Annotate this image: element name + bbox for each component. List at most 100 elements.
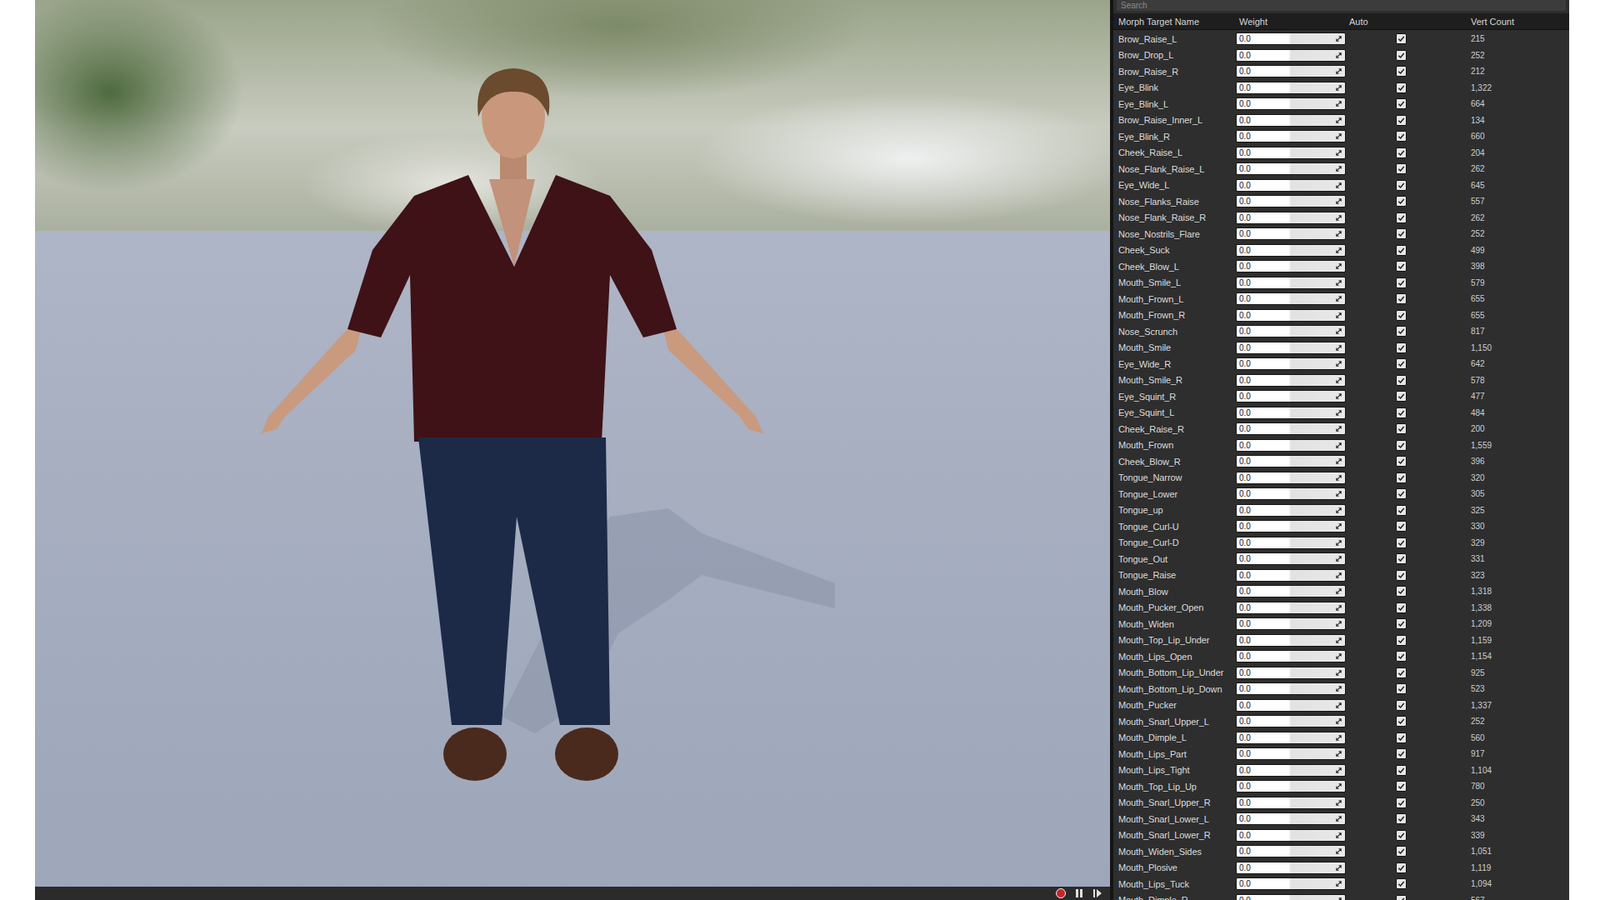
spin-arrow-icon[interactable] [1335, 100, 1343, 108]
spin-arrow-icon[interactable] [1335, 799, 1343, 807]
morph-target-row[interactable]: Tongue_up0.0325 [1113, 502, 1570, 520]
morph-target-row[interactable]: Cheek_Blow_L0.0398 [1113, 258, 1570, 275]
weight-field[interactable]: 0.0 [1235, 195, 1346, 208]
morph-target-row[interactable]: Cheek_Blow_R0.0396 [1113, 453, 1570, 470]
auto-checkbox[interactable] [1395, 423, 1407, 435]
auto-checkbox[interactable] [1395, 618, 1407, 630]
auto-checkbox[interactable] [1395, 553, 1407, 565]
morph-target-row[interactable]: Mouth_Lips_Open0.01,154 [1113, 648, 1570, 665]
weight-field[interactable]: 0.0 [1235, 650, 1346, 663]
weight-field[interactable]: 0.0 [1235, 829, 1346, 842]
spin-arrow-icon[interactable] [1335, 392, 1343, 400]
weight-field[interactable]: 0.0 [1235, 747, 1346, 760]
weight-field[interactable]: 0.0 [1235, 162, 1346, 175]
weight-field[interactable]: 0.0 [1235, 796, 1346, 810]
auto-checkbox[interactable] [1395, 293, 1407, 305]
morph-target-row[interactable]: Mouth_Plosive0.01,119 [1113, 860, 1570, 877]
column-header[interactable]: Morph Target Name [1118, 16, 1236, 27]
auto-checkbox[interactable] [1395, 82, 1407, 94]
spin-arrow-icon[interactable] [1335, 539, 1343, 547]
weight-field[interactable]: 0.0 [1235, 552, 1346, 565]
weight-field[interactable]: 0.0 [1235, 65, 1346, 78]
auto-checkbox[interactable] [1395, 245, 1407, 256]
weight-field[interactable]: 0.0 [1235, 130, 1346, 143]
spin-arrow-icon[interactable] [1335, 181, 1343, 190]
auto-checkbox[interactable] [1395, 228, 1407, 240]
search-field[interactable]: Search [1116, 0, 1566, 11]
morph-target-row[interactable]: Mouth_Widen0.01,209 [1113, 615, 1570, 633]
auto-checkbox[interactable] [1395, 50, 1407, 61]
weight-field[interactable]: 0.0 [1235, 244, 1346, 257]
weight-field[interactable]: 0.0 [1235, 520, 1346, 533]
spin-arrow-icon[interactable] [1335, 701, 1343, 710]
weight-field[interactable]: 0.0 [1235, 780, 1346, 793]
morph-target-row[interactable]: Mouth_Widen_Sides0.01,051 [1113, 843, 1570, 860]
auto-checkbox[interactable] [1395, 505, 1407, 516]
morph-target-row[interactable]: Cheek_Raise_L0.0204 [1113, 145, 1570, 162]
spin-arrow-icon[interactable] [1335, 230, 1343, 238]
auto-checkbox[interactable] [1395, 700, 1407, 711]
weight-field[interactable]: 0.0 [1235, 97, 1346, 110]
auto-checkbox[interactable] [1395, 845, 1407, 857]
morph-target-row[interactable]: Mouth_Dimple_L0.0560 [1113, 730, 1570, 747]
spin-arrow-icon[interactable] [1335, 717, 1343, 725]
column-header[interactable]: Vert Count [1462, 16, 1570, 27]
morph-target-row[interactable]: Eye_Blink_L0.0664 [1113, 95, 1570, 113]
weight-field[interactable]: 0.0 [1235, 390, 1346, 403]
weight-field[interactable]: 0.0 [1235, 179, 1346, 192]
scene[interactable] [35, 0, 1110, 887]
spin-arrow-icon[interactable] [1335, 652, 1343, 660]
spin-arrow-icon[interactable] [1335, 490, 1343, 498]
spin-arrow-icon[interactable] [1335, 84, 1343, 92]
weight-field[interactable]: 0.0 [1235, 81, 1346, 95]
weight-field[interactable]: 0.0 [1235, 406, 1346, 420]
spin-arrow-icon[interactable] [1335, 571, 1343, 580]
record-icon[interactable] [1055, 887, 1067, 900]
weight-field[interactable]: 0.0 [1235, 617, 1346, 630]
auto-checkbox[interactable] [1395, 325, 1407, 337]
auto-checkbox[interactable] [1395, 878, 1407, 890]
weight-field[interactable]: 0.0 [1235, 455, 1346, 468]
weight-field[interactable]: 0.0 [1235, 227, 1346, 240]
auto-checkbox[interactable] [1395, 358, 1407, 370]
morph-target-row[interactable]: Nose_Flank_Raise_R0.0262 [1113, 210, 1570, 227]
weight-field[interactable]: 0.0 [1235, 569, 1346, 582]
spin-arrow-icon[interactable] [1335, 441, 1343, 450]
morph-target-row[interactable]: Mouth_Dimple_R0.0567 [1113, 892, 1570, 900]
spin-arrow-icon[interactable] [1335, 815, 1343, 823]
spin-arrow-icon[interactable] [1335, 831, 1343, 840]
spin-arrow-icon[interactable] [1335, 376, 1343, 385]
morph-target-row[interactable]: Mouth_Snarl_Upper_R0.0250 [1113, 795, 1570, 812]
morph-target-row[interactable]: Mouth_Lips_Tight0.01,104 [1113, 762, 1570, 780]
weight-field[interactable]: 0.0 [1235, 325, 1346, 338]
spin-arrow-icon[interactable] [1335, 555, 1343, 563]
weight-field[interactable]: 0.0 [1235, 309, 1346, 322]
spin-arrow-icon[interactable] [1335, 344, 1343, 352]
morph-target-row[interactable]: Mouth_Lips_Part0.0917 [1113, 745, 1570, 763]
spin-arrow-icon[interactable] [1335, 847, 1343, 855]
morph-target-row[interactable]: Mouth_Pucker0.01,337 [1113, 697, 1570, 715]
spin-arrow-icon[interactable] [1335, 864, 1343, 872]
morph-target-row[interactable]: Brow_Raise_R0.0212 [1113, 63, 1570, 80]
weight-field[interactable]: 0.0 [1235, 114, 1346, 127]
morph-target-row[interactable]: Nose_Scrunch0.0817 [1113, 323, 1570, 340]
morph-target-row[interactable]: Tongue_Out0.0331 [1113, 550, 1570, 568]
auto-checkbox[interactable] [1395, 650, 1407, 662]
morph-target-row[interactable]: Mouth_Lips_Tuck0.01,094 [1113, 875, 1570, 893]
morph-target-row[interactable]: Brow_Raise_L0.0215 [1113, 30, 1570, 48]
morph-target-row[interactable]: Tongue_Raise0.0323 [1113, 567, 1570, 585]
morph-target-row[interactable]: Mouth_Smile_L0.0579 [1113, 275, 1570, 292]
morph-target-row[interactable]: Mouth_Snarl_Lower_L0.0343 [1113, 810, 1570, 828]
spin-arrow-icon[interactable] [1335, 295, 1343, 303]
morph-target-row[interactable]: Tongue_Curl-U0.0330 [1113, 518, 1570, 535]
weight-field[interactable]: 0.0 [1235, 666, 1346, 680]
spin-arrow-icon[interactable] [1335, 214, 1343, 222]
morph-target-row[interactable]: Mouth_Frown_R0.0655 [1113, 307, 1570, 325]
pause-icon[interactable] [1073, 887, 1085, 900]
spin-arrow-icon[interactable] [1335, 734, 1343, 742]
morph-target-row[interactable]: Tongue_Narrow0.0320 [1113, 470, 1570, 487]
spin-arrow-icon[interactable] [1335, 782, 1343, 790]
auto-checkbox[interactable] [1395, 277, 1407, 289]
morph-target-row[interactable]: Eye_Wide_L0.0645 [1113, 177, 1570, 195]
spin-arrow-icon[interactable] [1335, 425, 1343, 433]
